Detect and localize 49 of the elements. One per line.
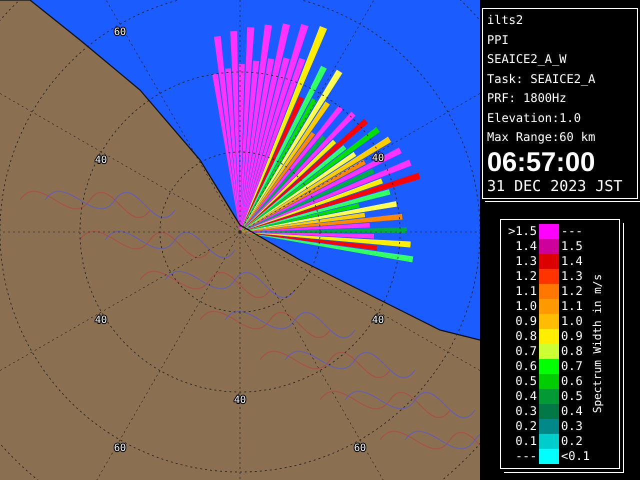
time-text: 06:57:00: [487, 148, 596, 176]
legend-low-label: ---: [514, 449, 537, 463]
legend-high-label: 1.2: [561, 284, 584, 298]
info-line: Max Range:60 km: [487, 129, 596, 146]
legend-low-label: 0.6: [514, 359, 537, 373]
legend-high-label: 0.2: [561, 434, 584, 448]
range-label: 40: [94, 155, 108, 166]
range-label: 60: [114, 443, 126, 454]
legend-high-label: 1.3: [561, 269, 584, 283]
info-line: PPI: [487, 32, 510, 48]
legend-low-label: 1.3: [514, 254, 537, 268]
legend-low-label: 0.4: [514, 389, 537, 403]
info-line: Task: SEAICE2_A: [487, 70, 596, 88]
info-line: Elevation:1.0: [487, 110, 582, 126]
range-label: 40: [234, 395, 246, 406]
legend-title: Spectrum Width in m/s: [591, 274, 604, 414]
range-label: 60: [114, 27, 126, 38]
legend-high-label: 1.4: [561, 254, 584, 268]
legend-high-label: 0.4: [561, 404, 584, 418]
legend-high-label: 0.8: [561, 344, 584, 358]
legend-low-label: 1.2: [514, 269, 537, 283]
legend-high-label: 0.5: [561, 389, 584, 403]
legend-high-label: ---: [561, 224, 584, 238]
legend-high-label: 1.1: [561, 299, 584, 313]
legend-low-label: >1.5: [507, 224, 537, 238]
legend-high-label: 0.9: [561, 329, 584, 343]
range-label: 60: [354, 443, 366, 454]
info-line: SEAICE2_A_W: [487, 51, 568, 68]
legend-low-label: 0.3: [514, 404, 537, 418]
legend-high-label: 0.7: [561, 359, 584, 373]
legend-high-label: 1.5: [561, 239, 584, 253]
legend-low-label: 1.4: [514, 239, 537, 253]
legend-low-label: 0.2: [514, 419, 537, 433]
legend-high-label: 0.3: [561, 419, 584, 433]
legend-low-label: 0.5: [514, 374, 537, 388]
legend-low-label: 1.0: [514, 299, 537, 313]
range-label: 40: [372, 315, 384, 326]
legend-low-label: 1.1: [514, 284, 537, 298]
info-line: PRF: 1800Hz: [487, 90, 568, 107]
date-text: 31 DEC 2023 JST: [487, 176, 624, 196]
legend-low-label: 0.1: [514, 434, 537, 448]
info-line: ilts2: [487, 12, 524, 29]
legend-high-label: <0.1: [561, 449, 591, 463]
legend-low-label: 0.7: [514, 344, 537, 358]
legend-low-label: 0.8: [514, 329, 537, 343]
legend-high-label: 1.0: [561, 314, 584, 328]
legend-low-label: 0.9: [514, 314, 537, 328]
legend-high-label: 0.6: [561, 374, 584, 388]
range-label: 40: [94, 315, 108, 326]
